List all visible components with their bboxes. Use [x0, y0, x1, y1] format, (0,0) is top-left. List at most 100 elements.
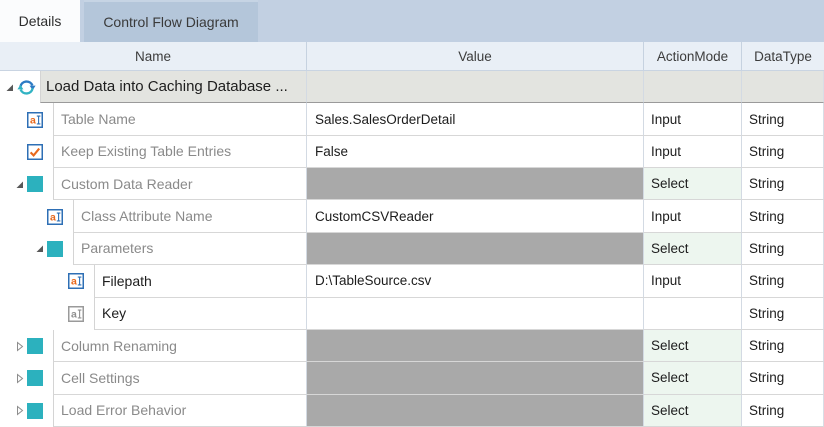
value-cell [306, 168, 643, 200]
tree-indent-gutter [0, 168, 53, 200]
grid-body: Load Data into Caching Database ... a Tabl… [0, 71, 824, 427]
column-header-datatype[interactable]: DataType [741, 42, 824, 70]
actionmode-cell[interactable]: Select [643, 330, 741, 362]
actionmode-text: Select [651, 176, 689, 191]
datatype-text: String [749, 176, 784, 191]
expander-collapsed-icon[interactable] [14, 373, 25, 384]
tree-indent-gutter [0, 233, 73, 265]
tab-control-flow-diagram[interactable]: Control Flow Diagram [84, 0, 258, 42]
name-cell: Column Renaming [53, 330, 306, 362]
actionmode-cell[interactable]: Select [643, 395, 741, 427]
actionmode-cell [643, 298, 741, 330]
property-name-label: Parameters [81, 240, 153, 256]
datatype-cell: String [741, 233, 824, 265]
value-text: D:\TableSource.csv [315, 273, 431, 288]
actionmode-text: Select [651, 403, 689, 418]
column-header-actionmode[interactable]: ActionMode [643, 42, 741, 70]
svg-text:a: a [30, 114, 36, 126]
actionmode-text: Input [651, 112, 681, 127]
tree-indent-gutter: a [0, 103, 53, 135]
actionmode-cell[interactable]: Select [643, 233, 741, 265]
datatype-text: String [749, 241, 784, 256]
property-name-label: Class Attribute Name [81, 208, 213, 224]
value-cell [306, 298, 643, 330]
property-name-label: Keep Existing Table Entries [61, 143, 231, 159]
datatype-text: String [749, 273, 784, 288]
value-cell[interactable]: D:\TableSource.csv [306, 265, 643, 297]
actionmode-cell[interactable]: Select [643, 362, 741, 394]
value-cell[interactable]: Sales.SalesOrderDetail [306, 103, 643, 135]
datatype-text: String [749, 403, 784, 418]
svg-text:a: a [50, 211, 56, 223]
property-name-label: Filepath [102, 273, 152, 289]
property-name-label: Key [102, 305, 126, 321]
property-row-custom-data-reader[interactable]: Custom Data Reader Select String [0, 168, 824, 200]
tree-indent-gutter: a [0, 200, 73, 232]
property-row-key[interactable]: a Key String [0, 298, 824, 330]
tree-indent-gutter [0, 330, 53, 362]
name-cell: Class Attribute Name [73, 200, 306, 232]
property-name-label: Custom Data Reader [61, 176, 193, 192]
name-cell: Load Error Behavior [53, 395, 306, 427]
value-cell [306, 362, 643, 394]
column-header-name[interactable]: Name [0, 42, 306, 70]
text-attribute-icon: a [68, 273, 84, 289]
expander-expanded-icon[interactable] [4, 82, 15, 93]
value-cell [306, 395, 643, 427]
value-cell[interactable]: False [306, 136, 643, 168]
text-attribute-icon: a [47, 209, 63, 225]
datatype-cell: String [741, 168, 824, 200]
name-cell: Key [94, 298, 306, 330]
actionmode-text: Select [651, 338, 689, 353]
datatype-text: String [749, 112, 784, 127]
expander-collapsed-icon[interactable] [14, 341, 25, 352]
tab-control-flow-diagram-label: Control Flow Diagram [103, 14, 238, 30]
property-row-keep-existing-table-entries[interactable]: Keep Existing Table Entries FalseInputStr… [0, 136, 824, 168]
value-cell[interactable]: CustomCSVReader [306, 200, 643, 232]
expander-expanded-icon[interactable] [14, 179, 25, 190]
tree-indent-gutter [0, 362, 53, 394]
actionmode-cell[interactable]: Select [643, 168, 741, 200]
actionmode-text: Select [651, 241, 689, 256]
property-name-label: Load Data into Caching Database ... [46, 78, 288, 95]
datatype-cell: String [741, 200, 824, 232]
value-text: Sales.SalesOrderDetail [315, 112, 455, 127]
actionmode-text: Input [651, 209, 681, 224]
expander-expanded-icon[interactable] [34, 243, 45, 254]
actionmode-cell[interactable]: Input [643, 103, 741, 135]
tree-indent-gutter [0, 136, 53, 168]
datatype-cell: String [741, 265, 824, 297]
actionmode-cell[interactable]: Input [643, 265, 741, 297]
actionmode-cell [643, 71, 741, 103]
value-cell [306, 71, 643, 103]
name-cell: Filepath [94, 265, 306, 297]
grid-header-row: Name Value ActionMode DataType [0, 42, 824, 71]
actionmode-cell[interactable]: Input [643, 136, 741, 168]
actionmode-cell[interactable]: Input [643, 200, 741, 232]
property-row-column-renaming[interactable]: Column Renaming Select String [0, 330, 824, 362]
tree-indent-gutter: a [0, 298, 94, 330]
datatype-cell: String [741, 103, 824, 135]
datatype-cell: String [741, 136, 824, 168]
name-cell: Parameters [73, 233, 306, 265]
name-cell: Cell Settings [53, 362, 306, 394]
datatype-text: String [749, 209, 784, 224]
column-header-value[interactable]: Value [306, 42, 643, 70]
expander-collapsed-icon[interactable] [14, 405, 25, 416]
text-attribute-disabled-icon: a [68, 306, 84, 322]
property-row-parameters[interactable]: Parameters Select String [0, 233, 824, 265]
step-row-load-data-into-caching-database[interactable]: Load Data into Caching Database ... [0, 71, 824, 103]
text-attribute-icon: a [27, 112, 43, 128]
property-row-class-attribute-name[interactable]: a Class Attribute Name CustomCSVReader Inpu… [0, 200, 824, 232]
datatype-cell: String [741, 395, 824, 427]
property-name-label: Table Name [61, 111, 136, 127]
property-row-table-name[interactable]: a Table Name Sales.SalesOrderDetail Input St… [0, 103, 824, 135]
property-row-cell-settings[interactable]: Cell SettingsSelectString [0, 362, 824, 394]
group-icon [27, 338, 43, 354]
tree-indent-gutter [0, 71, 40, 103]
datatype-cell: String [741, 298, 824, 330]
tab-details[interactable]: Details [0, 0, 80, 42]
property-row-load-error-behavior[interactable]: Load Error Behavior Select String [0, 395, 824, 427]
property-row-filepath[interactable]: a Filepath D:\TableSource.csv Input String [0, 265, 824, 297]
datatype-text: String [749, 338, 784, 353]
